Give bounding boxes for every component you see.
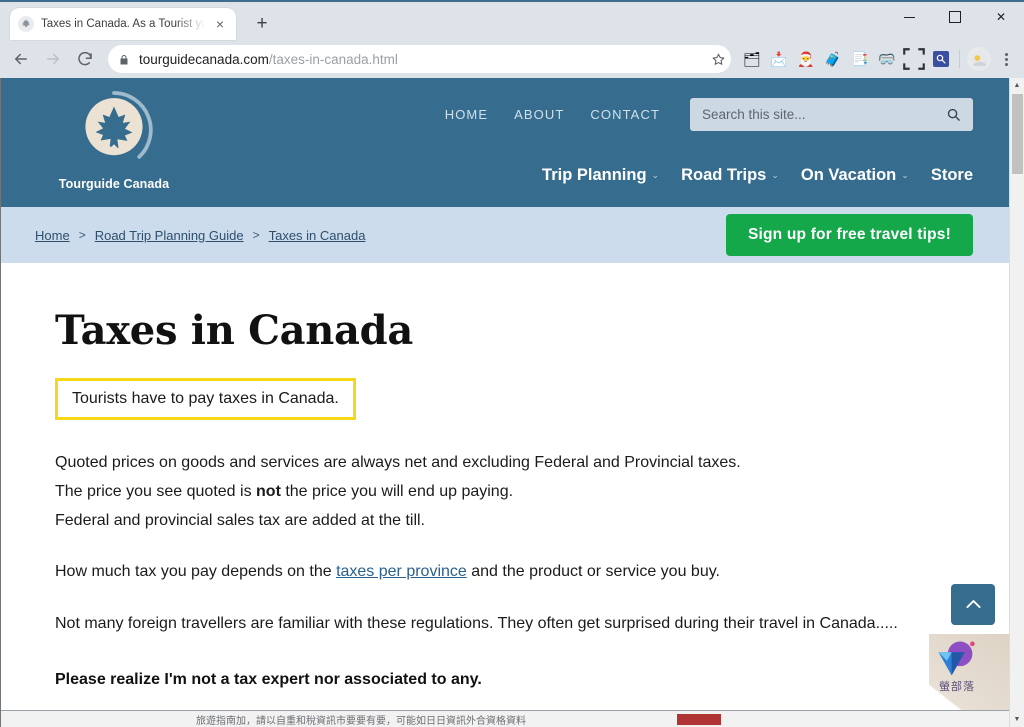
avatar-extension-icon[interactable]: 🎅 <box>793 46 819 72</box>
body-line-2: The price you see quoted is not the pric… <box>55 477 969 506</box>
search-extension-icon[interactable] <box>928 46 954 72</box>
scrollbar-thumb[interactable] <box>1012 94 1023 174</box>
profile-avatar-icon[interactable] <box>967 47 991 71</box>
close-tab-icon[interactable]: × <box>212 16 228 32</box>
site-logo[interactable]: Tourguide Canada <box>39 88 189 191</box>
pages-extension-icon[interactable]: 🗂 <box>739 46 765 72</box>
top-navigation: HOME ABOUT CONTACT <box>445 98 973 131</box>
capture-extension-icon[interactable] <box>901 46 927 72</box>
new-tab-button[interactable]: + <box>248 10 276 38</box>
body-line-2-bold: not <box>256 483 281 500</box>
breadcrumb-item-guide[interactable]: Road Trip Planning Guide <box>95 228 244 243</box>
top-nav-contact[interactable]: CONTACT <box>590 107 660 122</box>
scrollbar-down-arrow[interactable]: ▼ <box>1010 712 1024 727</box>
forward-button[interactable] <box>38 44 68 74</box>
url-path: /taxes-in-canada.html <box>268 51 398 67</box>
chevron-down-icon: ⌄ <box>651 170 660 180</box>
goggles-extension-icon[interactable]: 🥽 <box>874 46 900 72</box>
article-content: Taxes in Canada Tourists have to pay tax… <box>1 263 1009 727</box>
chevron-down-icon: ⌄ <box>901 170 909 180</box>
main-navigation: Trip Planning ⌄ Road Trips ⌄ On Vacation… <box>542 166 973 185</box>
top-nav-home[interactable]: HOME <box>445 107 488 122</box>
breadcrumb-bar: Home > Road Trip Planning Guide > Taxes … <box>1 207 1009 263</box>
toolbar-divider <box>959 50 960 68</box>
web-page: Tourguide Canada HOME ABOUT CONTACT Sear… <box>0 78 1009 727</box>
page-title: Taxes in Canada <box>55 307 413 354</box>
send-extension-icon[interactable]: 📑 <box>847 46 873 72</box>
nav-trip-planning-label: Trip Planning <box>542 166 647 184</box>
body-line-3: Federal and provincial sales tax are add… <box>55 512 425 529</box>
url-domain: tourguidecanada.com <box>139 51 269 67</box>
nav-on-vacation-label: On Vacation <box>800 166 897 184</box>
scrollbar-up-arrow[interactable]: ▲ <box>1010 78 1024 93</box>
body-paragraph: Not many foreign travellers are familiar… <box>55 615 898 632</box>
maple-leaf-favicon <box>18 16 34 32</box>
lock-icon <box>118 53 130 66</box>
link-para-before: How much tax you pay depends on the <box>55 563 337 580</box>
browser-toolbar: tourguidecanada.com/taxes-in-canada.html… <box>0 40 1024 78</box>
reload-button[interactable] <box>70 44 100 74</box>
tab-title: Taxes in Canada. As a Tourist yo <box>41 18 205 30</box>
site-header: Tourguide Canada HOME ABOUT CONTACT Sear… <box>1 78 1009 207</box>
bottom-strip-text: 旅遊指南加，請以自重和稅資訊市要要有要，可能如日日資訊外合資格資料 <box>196 715 526 727</box>
body-line-1: Quoted prices on goods and services are … <box>55 454 741 471</box>
taxes-per-province-link[interactable]: taxes per province <box>336 563 467 580</box>
body-line-2-before: The price you see quoted is <box>55 483 257 500</box>
breadcrumb-separator: > <box>78 228 86 242</box>
extensions-strip: 🗂 📩 🎅 🧳 📑 🥽 <box>739 46 1018 72</box>
nav-road-trips-label: Road Trips <box>681 166 767 184</box>
disclaimer-line-1: Please realize I'm not a tax expert nor … <box>55 671 482 688</box>
link-para-after: and the product or service you buy. <box>466 563 720 580</box>
nav-store[interactable]: Store <box>931 166 973 185</box>
breadcrumb-item-home[interactable]: Home <box>35 228 70 243</box>
bookmark-star-icon[interactable] <box>705 46 731 72</box>
three-dot-menu-icon[interactable] <box>994 47 1018 71</box>
body-line-2-after: the price you will end up paying. <box>280 483 514 500</box>
browser-tab[interactable]: Taxes in Canada. As a Tourist yo × <box>10 8 236 40</box>
page-viewport: Tourguide Canada HOME ABOUT CONTACT Sear… <box>0 78 1024 727</box>
site-search-box[interactable] <box>690 98 973 131</box>
nav-on-vacation[interactable]: On Vacation ⌄ <box>801 166 909 185</box>
back-button[interactable] <box>6 44 36 74</box>
chevron-down-icon: ⌄ <box>771 170 779 180</box>
search-input[interactable] <box>702 107 946 122</box>
minimize-button[interactable] <box>886 2 932 32</box>
bottom-overlay-strip: 旅遊指南加，請以自重和稅資訊市要要有要，可能如日日資訊外合資格資料 <box>1 710 1009 727</box>
tab-strip: Taxes in Canada. As a Tourist yo × + <box>0 2 886 40</box>
mail-extension-icon[interactable]: 📩 <box>766 46 792 72</box>
search-icon[interactable] <box>946 107 961 122</box>
breadcrumb: Home > Road Trip Planning Guide > Taxes … <box>35 228 365 243</box>
window-controls: ✕ <box>886 2 1024 32</box>
vertical-scrollbar[interactable]: ▲ ▼ <box>1009 78 1024 727</box>
browser-window: Taxes in Canada. As a Tourist yo × + ✕ t… <box>0 0 1024 727</box>
maple-leaf-logo <box>72 88 156 172</box>
site-logo-name: Tourguide Canada <box>58 177 170 191</box>
maximize-button[interactable] <box>932 2 978 32</box>
callout-text: Tourists have to pay taxes in Canada. <box>72 390 339 407</box>
address-bar-url: tourguidecanada.com/taxes-in-canada.html <box>139 52 398 67</box>
breadcrumb-separator: > <box>252 228 260 242</box>
scroll-to-top-button[interactable] <box>951 584 995 625</box>
top-nav-about[interactable]: ABOUT <box>514 107 564 122</box>
bottom-strip-badge <box>677 713 721 725</box>
nav-road-trips[interactable]: Road Trips ⌄ <box>681 166 779 185</box>
browser-titlebar: Taxes in Canada. As a Tourist yo × + ✕ <box>0 0 1024 40</box>
close-window-button[interactable]: ✕ <box>978 2 1024 32</box>
breadcrumb-item-current[interactable]: Taxes in Canada <box>269 228 366 243</box>
link-paragraph: How much tax you pay depends on the taxe… <box>55 557 969 586</box>
signup-cta-button[interactable]: Sign up for free travel tips! <box>725 214 973 256</box>
nav-trip-planning[interactable]: Trip Planning ⌄ <box>542 166 659 185</box>
highlight-callout: Tourists have to pay taxes in Canada. <box>55 378 356 420</box>
address-bar[interactable]: tourguidecanada.com/taxes-in-canada.html <box>108 45 731 73</box>
box-extension-icon[interactable]: 🧳 <box>820 46 846 72</box>
